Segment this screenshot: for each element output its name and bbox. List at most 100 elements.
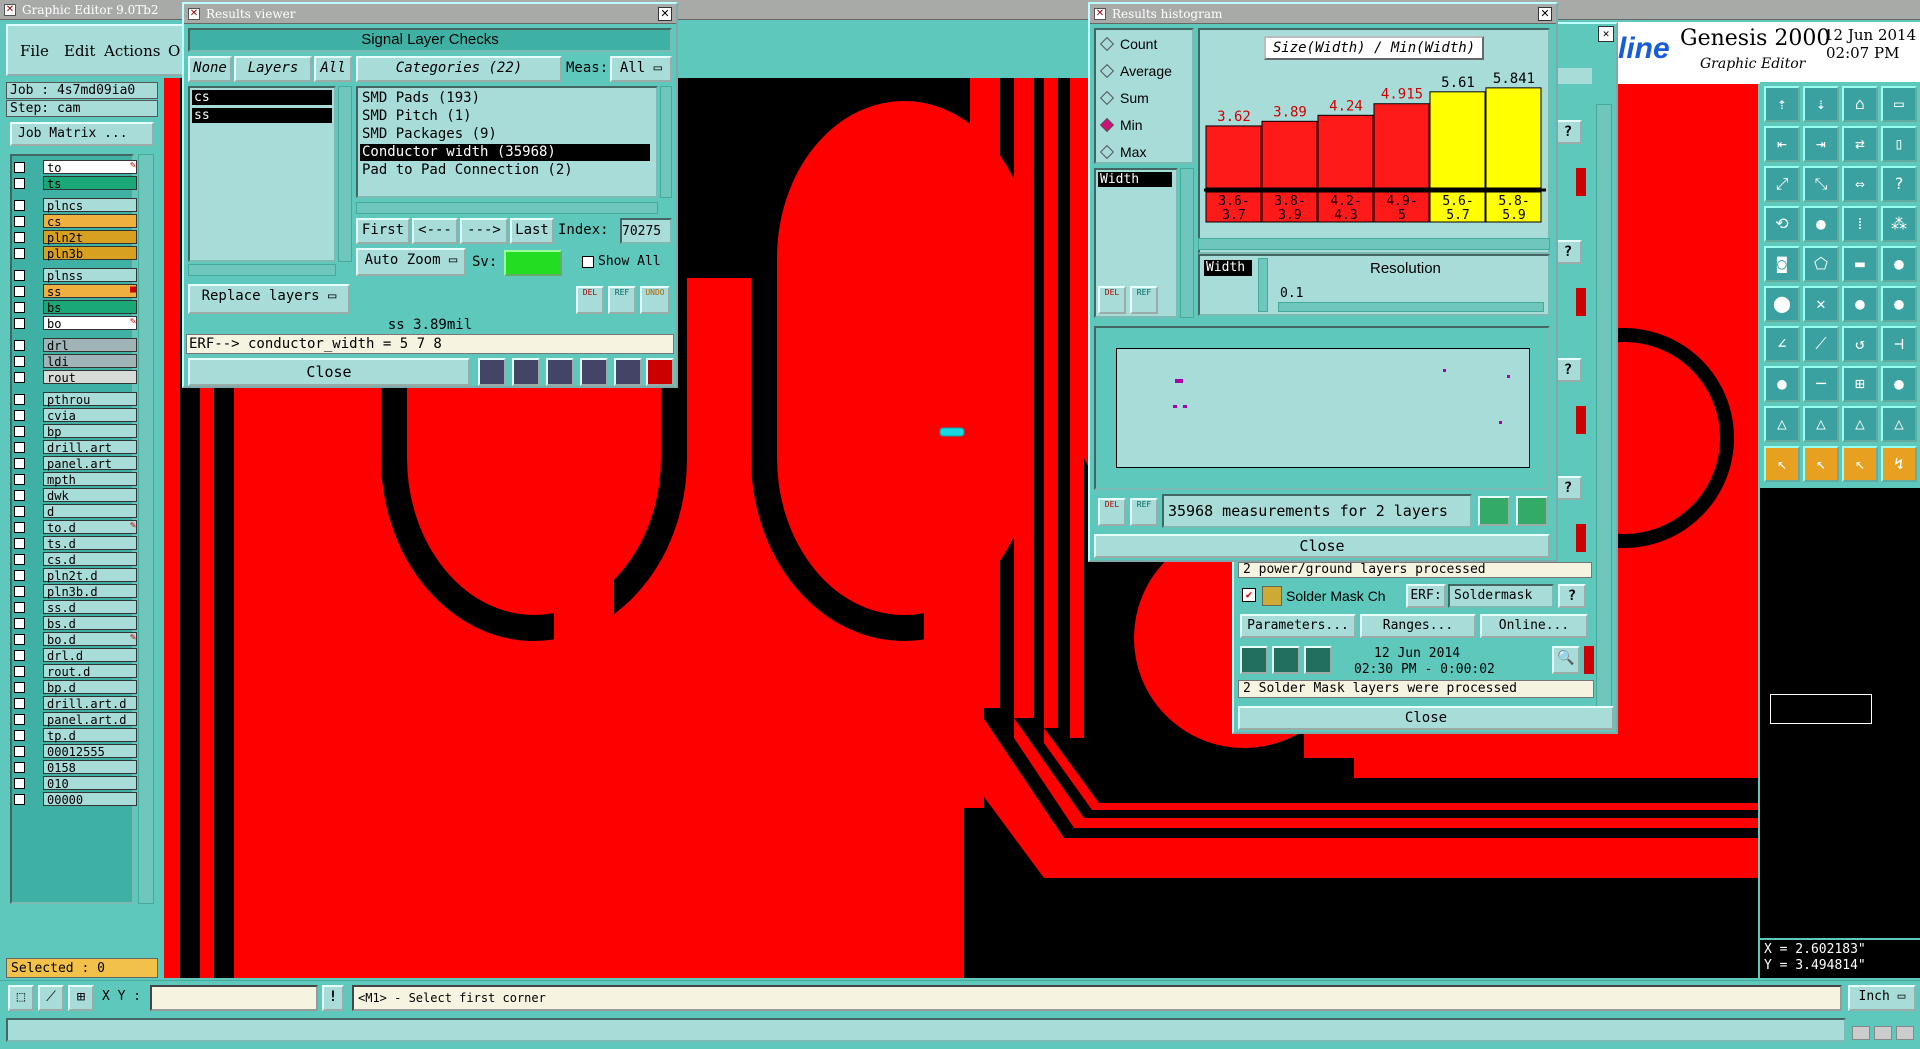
histogram-close-button[interactable]: Close (1094, 534, 1550, 558)
layer-name[interactable]: 00000 (43, 792, 137, 807)
results-viewer-close-icon[interactable]: ✕ (658, 7, 672, 21)
chart-hscroll[interactable] (1198, 238, 1550, 250)
layer-visibility-checkbox[interactable] (14, 458, 25, 469)
pointer-icon[interactable]: ↖ (1803, 446, 1839, 482)
layer-name[interactable]: rout (43, 370, 137, 385)
ranges-button[interactable]: Ranges... (1360, 614, 1476, 638)
layer-name[interactable]: 00012555 (43, 744, 137, 759)
layer-visibility-checkbox[interactable] (14, 200, 25, 211)
menu-actions[interactable]: Actions (104, 42, 160, 60)
layer-name[interactable]: mpth (43, 472, 137, 487)
layer-list-scrollbar[interactable] (138, 154, 154, 904)
layer-name[interactable]: pln2t.d (43, 568, 137, 583)
window-icon[interactable]: ▭ (1881, 86, 1917, 122)
layer-visibility-checkbox[interactable] (14, 442, 25, 453)
layer-visibility-checkbox[interactable] (14, 232, 25, 243)
option-radio-icon[interactable] (1099, 90, 1115, 106)
move-down-icon[interactable]: ⇣ (1803, 86, 1839, 122)
checks-close-button[interactable]: Close (1238, 706, 1614, 730)
hist-ref-icon[interactable]: REF (1130, 286, 1158, 314)
node-icon[interactable]: ⬤ (1764, 286, 1800, 322)
triangle-icon[interactable]: △ (1842, 406, 1878, 442)
histogram-icon[interactable] (646, 358, 674, 386)
zoom-out-icon[interactable]: ⤡ (1803, 166, 1839, 202)
layer-visibility-checkbox[interactable] (14, 682, 25, 693)
layer-visibility-checkbox[interactable] (14, 340, 25, 351)
layer-visibility-checkbox[interactable] (14, 162, 25, 173)
layer-row[interactable]: pthrou (10, 392, 137, 407)
route-icon[interactable]: ↯ (1881, 446, 1917, 482)
all-button[interactable]: All (314, 56, 352, 82)
layer-row[interactable]: bo ✎ (10, 316, 137, 331)
layer-row[interactable]: 010 (10, 776, 137, 791)
alert-icon[interactable]: ! (322, 985, 344, 1011)
layer-visibility-checkbox[interactable] (14, 554, 25, 565)
layer-name[interactable]: 0158 (43, 760, 137, 775)
pointer-icon[interactable]: ↖ (1764, 446, 1800, 482)
layer-visibility-checkbox[interactable] (14, 248, 25, 259)
layer-name[interactable]: pln3b (43, 246, 137, 261)
layer-visibility-checkbox[interactable] (14, 586, 25, 597)
histogram-bar[interactable] (1485, 87, 1542, 189)
layer-row[interactable]: bs (10, 300, 137, 315)
layer-row[interactable]: drill.art (10, 440, 137, 455)
swap-icon[interactable]: ⇄ (1842, 126, 1878, 162)
layer-row[interactable]: rout (10, 370, 137, 385)
layer-name[interactable]: 010 (43, 776, 137, 791)
solder-help-button[interactable]: ? (1558, 584, 1586, 608)
job-matrix-button[interactable]: Job Matrix ... (10, 122, 154, 146)
layer-name[interactable]: pthrou (43, 392, 137, 407)
layer-row[interactable]: ss ■ (10, 284, 137, 299)
layer-name[interactable]: to.d (43, 520, 137, 535)
result-layer-item[interactable]: cs (192, 90, 332, 105)
dash-icon[interactable]: ─ (1803, 366, 1839, 402)
layer-visibility-checkbox[interactable] (14, 426, 25, 437)
panel-icon[interactable]: ▯ (1881, 126, 1917, 162)
resolution-scroll[interactable] (1258, 258, 1268, 312)
layer-name[interactable]: plnss (43, 268, 137, 283)
layer-row[interactable]: bp.d (10, 680, 137, 695)
layer-name[interactable]: d (43, 504, 137, 519)
layer-row[interactable]: ts (10, 176, 137, 191)
del-icon[interactable]: DEL (576, 286, 604, 314)
layer-visibility-checkbox[interactable] (14, 394, 25, 405)
menu-options[interactable]: O (168, 42, 180, 60)
zoom-in-icon[interactable]: ⤢ (1764, 166, 1800, 202)
select-tool-icon[interactable]: ⬚ (8, 985, 34, 1011)
layer-results-list[interactable]: cs ss (188, 86, 336, 262)
notes-icon[interactable] (614, 358, 642, 386)
move-up-icon[interactable]: ⇡ (1764, 86, 1800, 122)
hist-del-icon[interactable]: DEL (1098, 286, 1126, 314)
check-help-button[interactable]: ? (1554, 120, 1582, 144)
flip-icon[interactable]: ⊣ (1881, 326, 1917, 362)
erf-select[interactable]: Soldermask (1448, 584, 1554, 608)
right-icon[interactable]: ⇥ (1803, 126, 1839, 162)
check-help-button[interactable]: ? (1554, 240, 1582, 264)
run-all-icon[interactable] (1272, 646, 1300, 674)
layer-name[interactable]: ts (43, 176, 137, 191)
export-icon[interactable] (580, 358, 608, 386)
field-scrollbar[interactable] (1180, 168, 1194, 318)
next-button[interactable]: ---> (460, 218, 508, 244)
fit-icon[interactable]: ⇔ (1842, 166, 1878, 202)
layer-visibility-checkbox[interactable] (14, 618, 25, 629)
run-icon[interactable] (1240, 646, 1268, 674)
layer-visibility-checkbox[interactable] (14, 698, 25, 709)
resolution-slider[interactable] (1278, 302, 1544, 312)
triangle-icon[interactable]: △ (1764, 406, 1800, 442)
option-count[interactable]: Count (1099, 36, 1188, 56)
filter-icon[interactable] (478, 358, 506, 386)
slash-icon[interactable]: ⟋ (1803, 326, 1839, 362)
layer-row[interactable]: cvia (10, 408, 137, 423)
layer-name[interactable]: drl.d (43, 648, 137, 663)
layer-name[interactable]: bs.d (43, 616, 137, 631)
target-icon[interactable]: ● (1764, 366, 1800, 402)
layer-row[interactable]: drill.art.d (10, 696, 137, 711)
triangle-icon[interactable]: △ (1881, 406, 1917, 442)
home-icon[interactable]: ⌂ (1842, 86, 1878, 122)
layer-name[interactable]: ldi (43, 354, 137, 369)
help-icon[interactable]: ? (1881, 166, 1917, 202)
show-all-checkbox[interactable] (582, 256, 594, 268)
option-average[interactable]: Average (1099, 63, 1188, 83)
layer-visibility-checkbox[interactable] (14, 666, 25, 677)
